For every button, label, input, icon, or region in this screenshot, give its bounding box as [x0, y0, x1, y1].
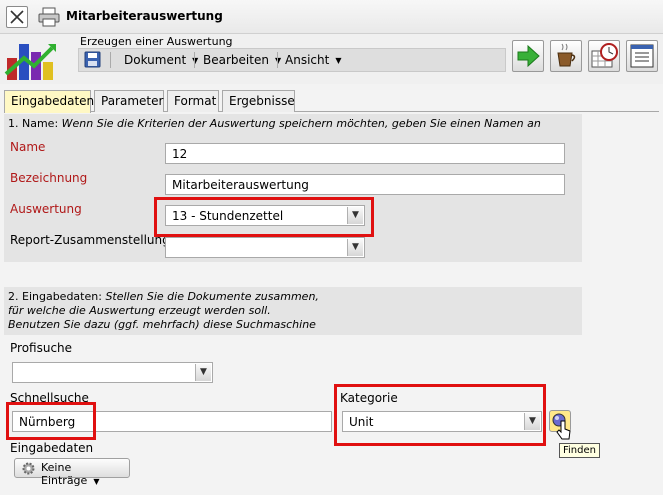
menu-ansicht[interactable]: Ansicht ▼: [285, 53, 341, 67]
list-window-icon: [630, 44, 654, 68]
highlight-box: [6, 402, 96, 440]
print-icon[interactable]: [38, 7, 60, 27]
bezeichnung-label: Bezeichnung: [10, 171, 88, 185]
auswertung-label: Auswertung: [10, 202, 82, 216]
app-logo: [4, 36, 76, 82]
report-label: Report-Zusammenstellung: [10, 233, 170, 247]
section-2-title: 2. Eingabedaten: Stellen Sie die Dokumen…: [8, 290, 319, 303]
calendar-clock-icon: [591, 43, 618, 68]
save-icon[interactable]: [84, 51, 101, 68]
run-button[interactable]: [512, 40, 544, 72]
auswertung-select[interactable]: 13 - Stundenzettel ▼: [165, 205, 365, 226]
arrow-right-icon: [517, 44, 540, 68]
pause-button[interactable]: [550, 40, 582, 72]
chevron-down-icon: ▼: [195, 364, 211, 381]
name-field[interactable]: 12: [165, 143, 565, 164]
close-icon[interactable]: [6, 6, 28, 28]
tab-parameter[interactable]: Parameter: [94, 90, 164, 112]
tab-eingabedaten[interactable]: Eingabedaten: [4, 90, 94, 113]
menu-dokument[interactable]: Dokument ▼: [124, 53, 198, 67]
report-select[interactable]: ▼: [165, 237, 365, 258]
tab-ergebnisse[interactable]: Ergebnisse: [222, 90, 295, 112]
tab-format[interactable]: Format: [167, 90, 219, 112]
profisuche-label: Profisuche: [10, 341, 73, 355]
keine-eintraege-button[interactable]: Keine Einträge ▼: [14, 458, 130, 487]
coffee-icon: [557, 43, 576, 67]
chevron-down-icon: ▼: [524, 413, 540, 430]
menu-separator: [110, 52, 111, 68]
menu-bearbeiten[interactable]: Bearbeiten ▼: [203, 53, 281, 67]
chevron-down-icon: ▼: [347, 239, 363, 256]
eingabedaten-label: Eingabedaten: [10, 441, 94, 455]
menu-separator: [277, 52, 278, 68]
window-title: Mitarbeiterauswertung: [66, 9, 223, 23]
schedule-button[interactable]: [588, 40, 620, 72]
section-2-hint: für welche die Auswertung erzeugt werden…: [8, 304, 271, 317]
name-label: Name: [10, 140, 46, 154]
menu-separator: [194, 52, 195, 68]
bezeichnung-field[interactable]: Mitarbeiterauswertung: [165, 174, 565, 195]
header-subtitle: Erzeugen einer Auswertung: [80, 35, 233, 48]
cursor-icon: [556, 420, 572, 443]
find-tooltip: Finden: [559, 443, 600, 458]
section-1-title: 1. Name: Wenn Sie die Kriterien der Ausw…: [8, 117, 541, 130]
gear-icon: [21, 461, 36, 476]
section-2-hint: Benutzen Sie dazu (ggf. mehrfach) diese …: [8, 318, 316, 331]
details-button[interactable]: [626, 40, 658, 72]
chevron-down-icon: ▼: [347, 207, 363, 224]
profisuche-select[interactable]: ▼: [12, 362, 213, 383]
kategorie-select[interactable]: Unit ▼: [342, 411, 542, 432]
